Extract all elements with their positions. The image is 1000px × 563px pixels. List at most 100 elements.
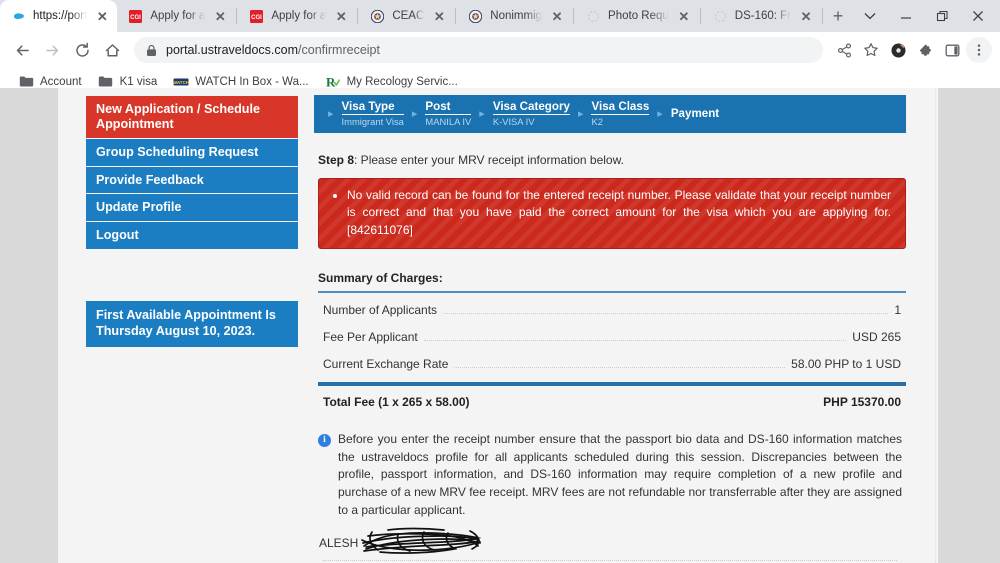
browser-tab-1[interactable]: CGI Apply for a ✕	[117, 0, 235, 32]
info-icon: i	[318, 434, 331, 448]
back-button[interactable]	[8, 36, 36, 64]
tab-title: Photo Requ	[608, 10, 669, 22]
breadcrumb-item-post[interactable]: Post MANILA IV	[425, 100, 472, 129]
breadcrumb-sub: Immigrant Visa	[341, 116, 404, 128]
loading-icon	[713, 9, 728, 24]
tab-close-icon[interactable]: ✕	[212, 8, 228, 24]
sidebar-item-logout[interactable]: Logout	[86, 222, 298, 250]
summary-of-charges-title: Summary of Charges:	[318, 271, 443, 286]
total-fee-row: Total Fee (1 x 265 x 58.00) PHP 15370.00	[318, 386, 906, 418]
tab-close-icon[interactable]: ✕	[431, 8, 447, 24]
forward-button[interactable]	[38, 36, 66, 64]
step-instruction: Step 8: Please enter your MRV receipt in…	[318, 153, 906, 167]
bookmark-label: My Recology Servic...	[346, 75, 458, 88]
chrome-menu-icon[interactable]	[966, 37, 992, 63]
tab-title: DS-160: Fr	[734, 10, 792, 22]
applicant-name: ALESH	[319, 536, 359, 551]
browser-tab-3[interactable]: CEAC ✕	[359, 0, 454, 32]
bookmark-star-icon[interactable]	[858, 37, 884, 63]
address-bar-url: portal.ustraveldocs.com/confirmreceipt	[166, 43, 380, 57]
loading-icon	[586, 9, 601, 24]
sidebar: New Application / Schedule Appointment G…	[58, 88, 308, 563]
first-available-appointment-notice: First Available Appointment Is Thursday …	[86, 301, 298, 347]
svg-text:WATCH: WATCH	[173, 79, 189, 84]
tab-separator	[822, 8, 824, 24]
tab-close-icon[interactable]: ✕	[333, 8, 349, 24]
tab-search-chevron-icon[interactable]	[852, 1, 888, 31]
tab-separator	[357, 8, 359, 24]
bookmark-label: K1 visa	[119, 75, 158, 88]
tab-separator	[236, 8, 238, 24]
total-fee-label: Total Fee (1 x 265 x 58.00)	[323, 395, 470, 410]
sidebar-item-new-application[interactable]: New Application / Schedule Appointment	[86, 96, 298, 138]
cgi-icon: CGI	[128, 9, 143, 24]
tab-close-icon[interactable]: ✕	[798, 8, 814, 24]
reload-button[interactable]	[68, 36, 96, 64]
tab-title: https://port	[33, 10, 88, 22]
applicant-name-row: ALESH	[318, 527, 902, 556]
browser-toolbar: portal.ustraveldocs.com/confirmreceipt	[0, 32, 1000, 68]
share-icon[interactable]	[831, 37, 857, 63]
breadcrumb-item-payment[interactable]: Payment	[671, 107, 719, 121]
window-minimize-button[interactable]	[888, 1, 924, 31]
page-right-edge	[935, 88, 936, 563]
tab-close-icon[interactable]: ✕	[549, 8, 565, 24]
row-label: Number of Applicants	[323, 303, 438, 318]
svg-text:CGI: CGI	[131, 15, 142, 21]
home-button[interactable]	[98, 36, 126, 64]
browser-tab-6[interactable]: DS-160: Fr ✕	[702, 0, 821, 32]
table-row: Number of Applicants 1	[318, 295, 906, 322]
side-panel-icon[interactable]	[939, 37, 965, 63]
tab-strip: https://port ✕ CGI Apply for a ✕ CGI App…	[0, 0, 1000, 32]
page-content: New Application / Schedule Appointment G…	[58, 88, 938, 563]
browser-tab-4[interactable]: Nonimmig ✕	[457, 0, 572, 32]
chevron-right-icon: ▸	[577, 107, 584, 120]
cgi-icon: CGI	[249, 9, 264, 24]
browser-tab-2[interactable]: CGI Apply for a ✕	[238, 0, 356, 32]
table-row: Fee Per Applicant USD 265	[318, 322, 906, 349]
tab-separator	[455, 8, 457, 24]
breadcrumb-item-visa-class[interactable]: Visa Class K2	[591, 100, 650, 129]
total-fee-value: PHP 15370.00	[823, 395, 901, 410]
breadcrumb-sub: K2	[591, 116, 603, 128]
chevron-right-icon: ▸	[411, 107, 418, 120]
new-tab-button[interactable]: +	[824, 2, 852, 30]
tab-title: Apply for a	[271, 10, 327, 22]
sidebar-item-update-profile[interactable]: Update Profile	[86, 194, 298, 222]
tab-close-icon[interactable]: ✕	[676, 8, 692, 24]
row-value: USD 265	[852, 330, 901, 345]
sidebar-item-group-scheduling[interactable]: Group Scheduling Request	[86, 138, 298, 166]
window-close-button[interactable]	[960, 1, 996, 31]
page-viewport: New Application / Schedule Appointment G…	[0, 88, 1000, 563]
browser-tab-5[interactable]: Photo Requ ✕	[575, 0, 699, 32]
table-row: Current Exchange Rate 58.00 PHP to 1 USD	[318, 349, 906, 376]
info-notice: i Before you enter the receipt number en…	[318, 431, 902, 519]
sidebar-menu: New Application / Schedule Appointment G…	[86, 96, 298, 250]
breadcrumb-sub: MANILA IV	[425, 116, 472, 128]
bookmark-label: Account	[40, 75, 82, 88]
section-divider	[323, 560, 897, 562]
row-dots	[443, 313, 889, 315]
row-value: 58.00 PHP to 1 USD	[791, 357, 901, 372]
tab-title: Apply for a	[150, 10, 206, 22]
step-text: : Please enter your MRV receipt informat…	[354, 153, 624, 167]
error-message-text: No valid record can be found for the ent…	[347, 187, 891, 239]
browser-tab-0[interactable]: https://port ✕	[0, 0, 118, 32]
sidebar-item-provide-feedback[interactable]: Provide Feedback	[86, 166, 298, 194]
row-label: Fee Per Applicant	[323, 330, 418, 345]
tab-separator	[699, 8, 701, 24]
seal-icon	[370, 9, 385, 24]
window-maximize-button[interactable]	[924, 1, 960, 31]
profile-avatar-icon[interactable]	[885, 37, 911, 63]
breadcrumb-item-visa-type[interactable]: Visa Type Immigrant Visa	[341, 100, 404, 129]
tab-separator	[573, 8, 575, 24]
chevron-right-icon: ▸	[479, 107, 485, 120]
tab-close-icon[interactable]: ✕	[94, 8, 110, 24]
extensions-puzzle-icon[interactable]	[912, 37, 938, 63]
summary-top-rule	[318, 291, 906, 294]
breadcrumb-title: Visa Class	[591, 100, 650, 116]
breadcrumb-item-visa-category[interactable]: Visa Category K-VISA IV	[492, 100, 570, 129]
address-bar[interactable]: portal.ustraveldocs.com/confirmreceipt	[134, 37, 823, 63]
step-label: Step 8	[318, 153, 355, 167]
blob-blue-icon	[11, 9, 26, 24]
